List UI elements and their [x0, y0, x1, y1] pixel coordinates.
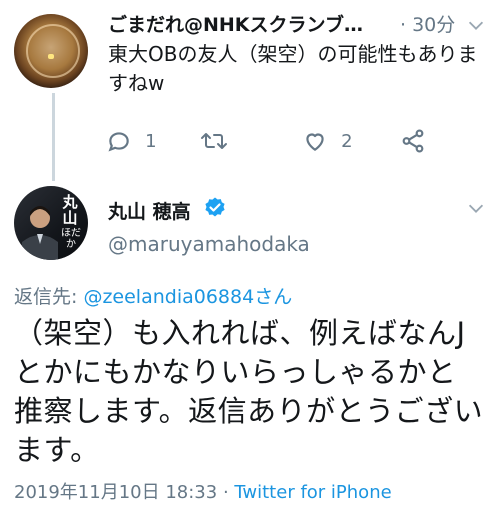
replying-to-link[interactable]: @zeelandia06884さん [83, 286, 292, 308]
reply-icon [108, 132, 129, 152]
reply-action[interactable]: 1 [106, 128, 157, 158]
avatar-maruyama[interactable]: 丸山 ほだか [14, 186, 88, 260]
like-count: 2 [341, 130, 353, 152]
tweet-meta: 2019年11月10日 18:33 · Twitter for iPhone [14, 478, 392, 504]
chevron-down-icon[interactable] [465, 14, 487, 36]
main-tweet-text: （架空）も入れれば、例えばなんJとかにもかなりいらっしゃるかと推察します。返信あ… [14, 316, 484, 467]
meta-separator: · [217, 482, 235, 503]
thread-connector-line [52, 93, 55, 181]
chevron-down-icon[interactable] [465, 197, 487, 219]
avatar-name-text: 丸山 [62, 193, 78, 227]
client-link[interactable]: Twitter for iPhone [234, 482, 391, 503]
share-action[interactable] [400, 128, 426, 158]
verified-badge-icon [205, 197, 225, 217]
avatar-gomadare[interactable] [14, 14, 88, 88]
time-separator: · [400, 14, 407, 36]
author-name[interactable]: 丸山 穂高 [108, 197, 191, 224]
retweet-action[interactable] [200, 128, 228, 158]
reply-tweet-text: 東大OBの友人（架空）の可能性もありますねw [108, 42, 478, 95]
tweet-timestamp: 2019年11月10日 18:33 [14, 482, 218, 503]
time-value: 30分 [412, 14, 456, 36]
avatar-glint [48, 54, 54, 59]
reply-author-name[interactable]: ごまだれ@NHKスクランブ… [108, 10, 363, 37]
reply-count: 1 [145, 130, 157, 152]
replying-to-label: 返信先: [14, 286, 84, 308]
replying-to: 返信先: @zeelandia06884さん [14, 282, 292, 309]
avatar-person-figure [22, 206, 58, 260]
avatar-sub-text: ほだか [61, 228, 81, 250]
share-icon [402, 129, 424, 153]
avatar-cup-rim [26, 24, 80, 78]
reply-timestamp[interactable]: · 30分 [400, 10, 455, 37]
like-action[interactable]: 2 [302, 128, 353, 158]
retweet-icon [201, 133, 227, 149]
heart-icon [306, 133, 324, 151]
author-handle[interactable]: @maruyamahodaka [108, 232, 310, 256]
